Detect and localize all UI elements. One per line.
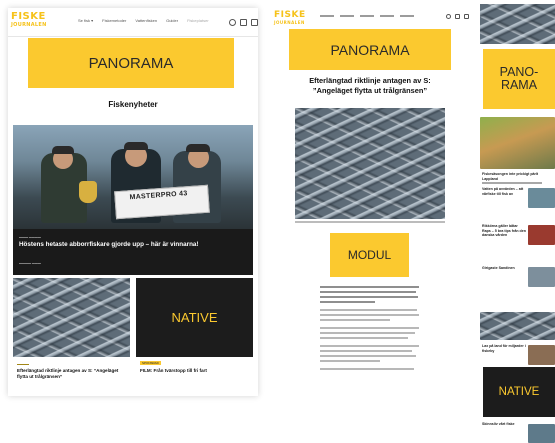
- text-line: [320, 309, 417, 311]
- desktop-startpage-screenshot: FISKE JOURNALEN Se fisk ▾ Fiskemetoder V…: [8, 8, 258, 396]
- account-icon[interactable]: [240, 19, 247, 26]
- feed-meta: [482, 182, 542, 184]
- hero-image: MASTERPRO 43: [13, 125, 253, 229]
- feed-thumb: [528, 188, 555, 208]
- nav-item[interactable]: [380, 15, 394, 17]
- article-image: [295, 108, 445, 219]
- banner-text: MASTERPRO 43: [129, 190, 188, 202]
- text-line: [320, 368, 414, 370]
- nav-item-guider[interactable]: Guider: [166, 18, 178, 23]
- native-card[interactable]: NATIVE SPONSRAD FILM: Från tvärstopp til…: [136, 278, 253, 392]
- feed-image: [480, 117, 555, 169]
- hero-article[interactable]: MASTERPRO 43 ▬▬▬ ▬▬▬▬ Höstens hetaste ab…: [13, 125, 253, 275]
- feed-headline[interactable]: Girigaste Sandinen: [482, 266, 526, 271]
- native-card-title[interactable]: FILM: Från tvärstopp till fri fart: [140, 368, 250, 374]
- nav-item[interactable]: [360, 15, 374, 17]
- text-line: [320, 332, 415, 334]
- feed-thumb: [528, 267, 555, 287]
- text-line: [320, 360, 380, 362]
- account-icon[interactable]: [455, 14, 460, 19]
- native-ad-slot[interactable]: NATIVE: [136, 278, 253, 357]
- modul-ad-slot[interactable]: MODUL: [330, 233, 409, 277]
- nav-item-vattenfisken[interactable]: Vattenfisken: [135, 18, 157, 23]
- top-feed-image: [480, 4, 555, 44]
- site-logo-subline: JOURNALEN: [11, 22, 47, 28]
- card-title[interactable]: Efterlängtad riktlinje antagen av S: ”An…: [17, 368, 127, 380]
- nav-item-fiskemetoder[interactable]: Fiskemetoder: [102, 18, 126, 23]
- native-ad-slot[interactable]: NATIVE: [483, 367, 555, 417]
- text-line: [320, 286, 419, 288]
- feed-headline[interactable]: Vatten på avvärden – att vårfiske till f…: [482, 187, 526, 196]
- feed-headline[interactable]: Fiskesäsongen inte prickigt pärlt Lappla…: [482, 172, 552, 181]
- text-line: [320, 350, 412, 352]
- feed-thumb: [528, 424, 555, 443]
- text-line: [320, 345, 419, 347]
- image-caption: [295, 221, 445, 223]
- text-line: [320, 291, 416, 293]
- section-title: Fiskenyheter: [108, 100, 158, 109]
- feed-thumb: [528, 345, 555, 365]
- search-icon[interactable]: [229, 19, 236, 26]
- main-nav: [320, 15, 414, 17]
- trophy-icon: [79, 181, 97, 203]
- hero-byline: ▬▬▬▬ ▬▬▬: [19, 261, 41, 265]
- feed-thumb: [528, 225, 555, 245]
- article-page-screenshot: FISKE JOURNALEN PANORAMA Efterlängtad ri…: [270, 8, 470, 396]
- panorama-ad-slot[interactable]: PANORAMA: [289, 29, 451, 70]
- cap-icon: [186, 144, 210, 152]
- feed-headline[interactable]: Skinnsliv vårt fiske: [482, 422, 526, 427]
- text-line: [320, 319, 390, 321]
- site-logo[interactable]: FISKE: [274, 11, 306, 20]
- article-title: Efterlängtad riktlinje antagen av S: ”An…: [309, 76, 431, 95]
- nav-item[interactable]: [340, 15, 354, 17]
- nav-item-fiskeplatser[interactable]: Fiskeplatser: [187, 18, 209, 23]
- nav-item[interactable]: [400, 15, 414, 17]
- menu-icon[interactable]: [464, 14, 469, 19]
- nav-item-se-fisk[interactable]: Se fisk ▾: [78, 18, 93, 23]
- cap-icon: [52, 146, 74, 154]
- cap-icon: [124, 142, 148, 150]
- text-line: [320, 327, 419, 329]
- hero-category: ▬▬▬ ▬▬▬▬: [19, 235, 41, 239]
- site-logo[interactable]: FISKE: [11, 12, 46, 22]
- sponsored-badge: SPONSRAD: [140, 361, 161, 365]
- text-line: [320, 337, 408, 339]
- site-logo-subline: JOURNALEN: [274, 20, 305, 25]
- card-category: ▬▬▬▬: [17, 362, 29, 366]
- main-nav: Se fisk ▾ Fiskemetoder Vattenfisken Guid…: [78, 18, 209, 23]
- menu-icon[interactable]: [251, 19, 258, 26]
- header-icons: [229, 19, 258, 26]
- feed-headline[interactable]: Lax på land för miljarder i fiskeby: [482, 344, 526, 353]
- text-line: [320, 355, 416, 357]
- mobile-feed-screenshot: PANO- RAMA Fiskesäsongen inte prickigt p…: [480, 4, 555, 443]
- panorama-ad-slot[interactable]: PANORAMA: [28, 38, 234, 88]
- text-line: [320, 301, 375, 303]
- header-icons: [446, 14, 469, 19]
- nav-item[interactable]: [320, 15, 334, 17]
- panorama-ad-slot[interactable]: PANO- RAMA: [483, 49, 555, 109]
- feed-image: [480, 312, 555, 340]
- article-body: [320, 286, 419, 373]
- feed-headline[interactable]: Rikkörna gäller båtar Raps – 5 bra tips …: [482, 224, 526, 238]
- site-header: FISKE JOURNALEN Se fisk ▾ Fiskemetoder V…: [8, 8, 258, 37]
- text-line: [320, 296, 418, 298]
- hero-title[interactable]: Höstens hetaste abborrfiskare gjorde upp…: [19, 241, 247, 249]
- article-card[interactable]: ▬▬▬▬ Efterlängtad riktlinje antagen av S…: [13, 278, 130, 392]
- search-icon[interactable]: [446, 14, 451, 19]
- text-line: [320, 314, 419, 316]
- salmon-photo: [13, 278, 130, 357]
